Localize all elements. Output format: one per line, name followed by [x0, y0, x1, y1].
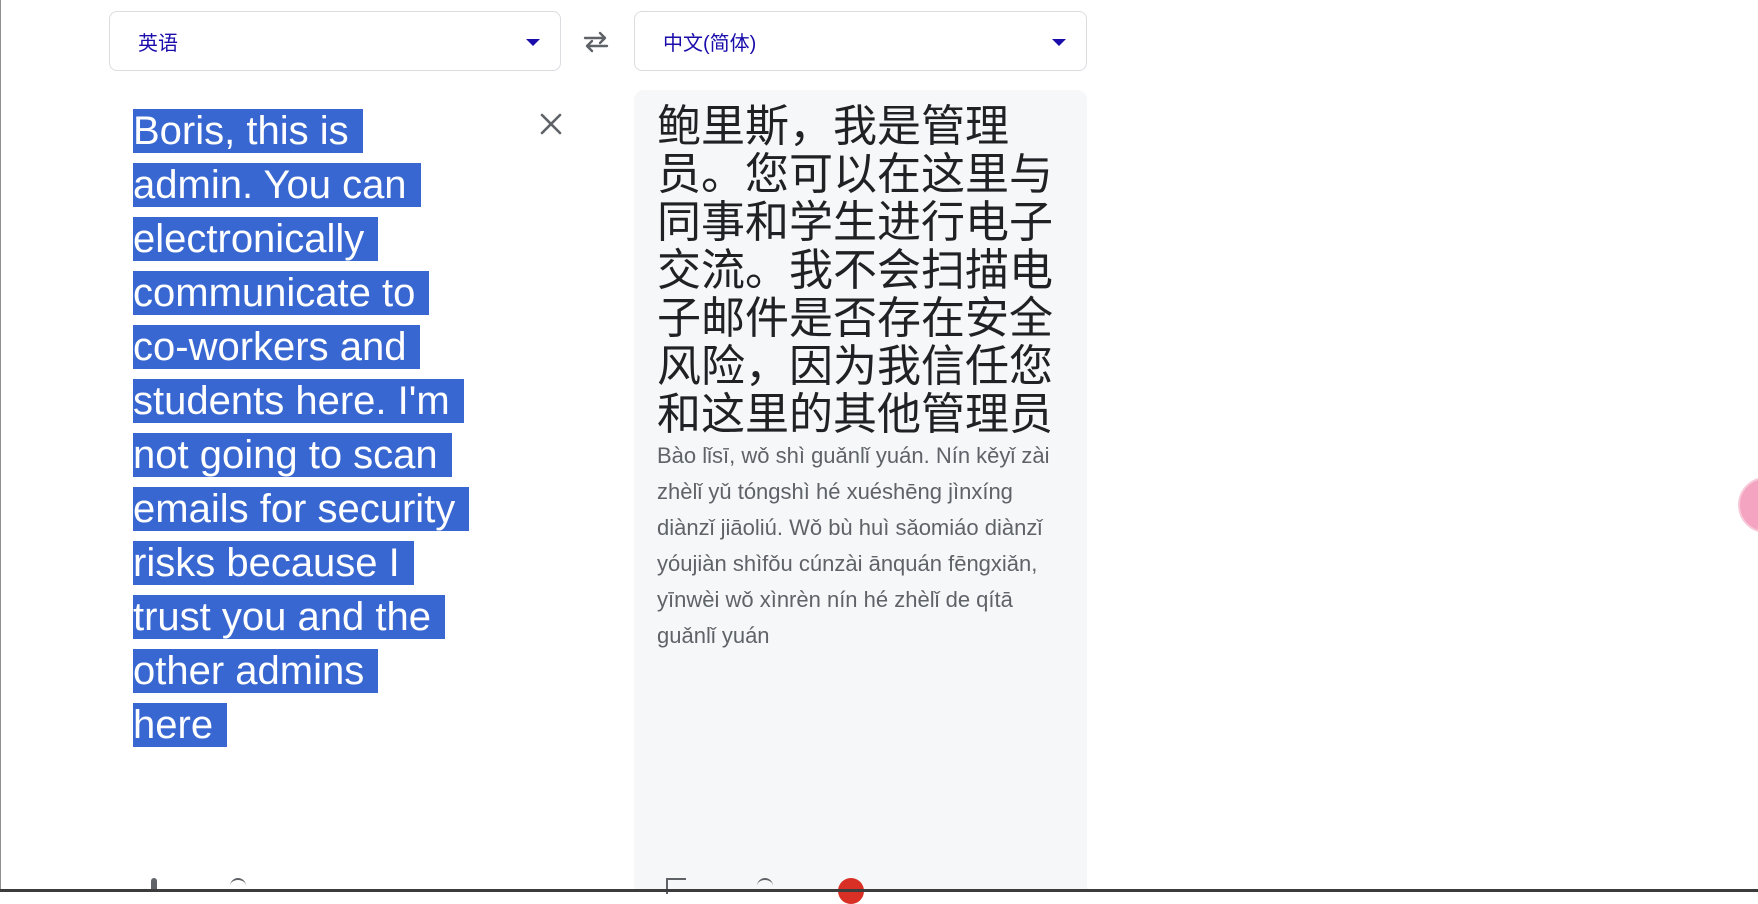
- source-text-selection: Boris, this is admin. You can electronic…: [133, 109, 470, 747]
- clear-source-button[interactable]: [533, 106, 569, 142]
- source-text-content[interactable]: Boris, this is admin. You can electronic…: [133, 104, 470, 752]
- target-language-select[interactable]: 中文(简体): [634, 11, 1087, 71]
- romanization-text: Bào lǐsī, wǒ shì guǎnlǐ yuán. Nín kěyǐ z…: [657, 443, 1050, 648]
- translation-output-area: 鲍里斯，我是管理员。您可以在这里与同事和学生进行电子交流。我不会扫描电子邮件是否…: [634, 90, 1087, 892]
- source-language-select[interactable]: 英语: [109, 11, 561, 71]
- floating-assistant-button[interactable]: [1738, 477, 1758, 533]
- close-icon: [540, 113, 562, 135]
- target-language-label: 中文(简体): [663, 32, 757, 55]
- source-text-area[interactable]: Boris, this is admin. You can electronic…: [109, 90, 562, 890]
- caret-down-icon: [1052, 39, 1066, 46]
- translated-text[interactable]: 鲍里斯，我是管理员。您可以在这里与同事和学生进行电子交流。我不会扫描电子邮件是否…: [657, 103, 1057, 439]
- caret-down-icon: [526, 39, 540, 46]
- swap-arrows-icon: [583, 31, 609, 53]
- swap-languages-button[interactable]: [579, 25, 613, 59]
- window-left-border: [0, 0, 1, 892]
- source-language-label: 英语: [138, 32, 178, 55]
